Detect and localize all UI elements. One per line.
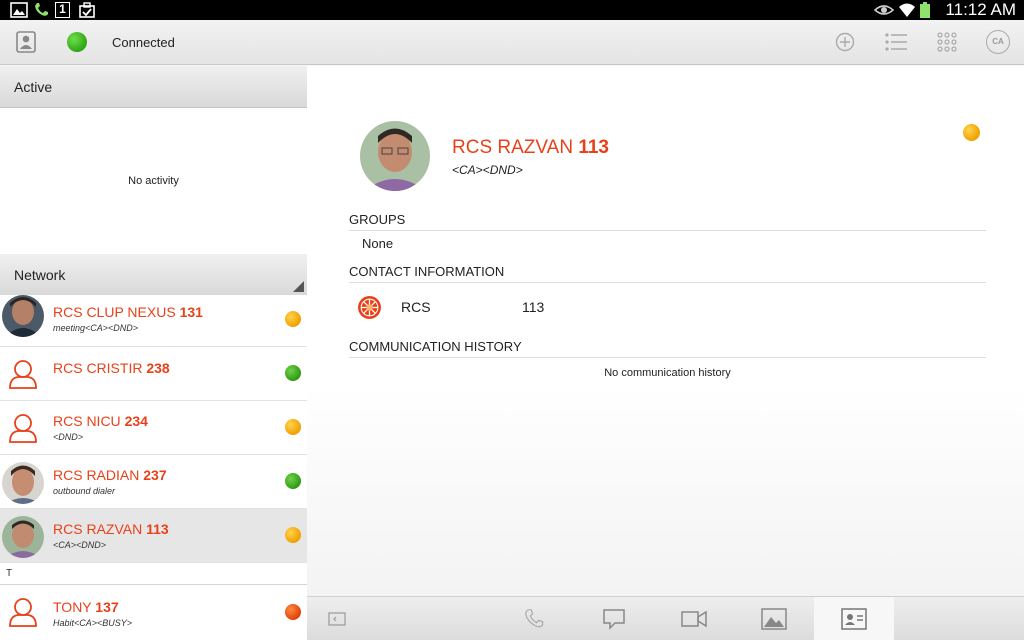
groups-header: GROUPS bbox=[349, 212, 986, 231]
presence-indicator bbox=[285, 527, 301, 543]
active-header: Active bbox=[0, 66, 307, 108]
no-history-text: No communication history bbox=[604, 367, 731, 379]
battery-icon bbox=[920, 2, 930, 18]
no-activity-text: No activity bbox=[128, 175, 179, 187]
call-button[interactable] bbox=[494, 597, 574, 640]
share-image-button[interactable] bbox=[734, 597, 814, 640]
left-pane: Active No activity Network RCS CLUP NEXU… bbox=[0, 66, 307, 640]
connection-status-indicator bbox=[67, 32, 87, 52]
presence-indicator bbox=[285, 473, 301, 489]
presence-indicator bbox=[285, 311, 301, 327]
contact-avatar bbox=[2, 462, 44, 504]
network-header[interactable]: Network bbox=[0, 254, 307, 296]
contact-row[interactable]: RCS NICU 234 <DND> bbox=[0, 401, 307, 455]
rcs-icon bbox=[358, 296, 381, 319]
gallery-notification-icon bbox=[10, 2, 28, 18]
communication-history-header: COMMUNICATION HISTORY bbox=[349, 339, 986, 358]
contact-info-type: RCS bbox=[401, 299, 431, 315]
contact-row[interactable]: RCS CRISTIR 238 bbox=[0, 347, 307, 401]
person-placeholder-icon bbox=[9, 414, 37, 443]
video-call-button[interactable] bbox=[654, 597, 734, 640]
contact-row[interactable]: RCS RADIAN 237 outbound dialer bbox=[0, 455, 307, 509]
contact-row[interactable]: TONY 137 Habit<CA><BUSY> bbox=[0, 585, 307, 640]
calendar-notification-icon: 1 bbox=[55, 2, 70, 18]
wifi-icon bbox=[899, 3, 915, 17]
add-icon[interactable] bbox=[833, 30, 857, 54]
person-placeholder-icon bbox=[9, 598, 37, 627]
letter-section-header: T bbox=[0, 563, 307, 585]
eye-icon bbox=[874, 5, 894, 15]
collapse-icon bbox=[328, 612, 346, 626]
detail-status: <CA><DND> bbox=[452, 163, 523, 177]
ca-button[interactable]: CA bbox=[986, 30, 1010, 54]
contact-avatar bbox=[2, 516, 44, 558]
app-root: 1 11:12 AM Connected CA Active No activi… bbox=[0, 0, 1024, 640]
dialpad-icon[interactable] bbox=[935, 30, 959, 54]
dropdown-corner-icon bbox=[293, 281, 304, 292]
detail-name: RCS RAZVAN 113 bbox=[452, 137, 609, 158]
presence-indicator bbox=[285, 419, 301, 435]
phone-icon bbox=[525, 609, 544, 628]
contact-row[interactable]: RCS CLUP NEXUS 131 meeting<CA><DND> bbox=[0, 295, 307, 347]
collapse-panel-button[interactable] bbox=[307, 597, 367, 640]
contact-card-button[interactable] bbox=[814, 597, 894, 640]
person-placeholder-icon bbox=[9, 360, 37, 389]
detail-avatar bbox=[360, 121, 430, 191]
contact-card-icon bbox=[841, 608, 867, 630]
contact-information-header: CONTACT INFORMATION bbox=[349, 264, 986, 283]
image-icon bbox=[761, 608, 787, 630]
app-bar: Connected CA bbox=[0, 20, 1024, 65]
video-icon bbox=[681, 610, 707, 628]
contact-info-value[interactable]: 113 bbox=[522, 299, 544, 315]
list-view-icon[interactable] bbox=[884, 30, 908, 54]
task-notification-icon bbox=[79, 2, 95, 18]
bottom-action-bar bbox=[307, 596, 1024, 640]
call-notification-icon bbox=[35, 3, 48, 16]
contact-avatar bbox=[2, 295, 44, 337]
contact-row-selected[interactable]: RCS RAZVAN 113 <CA><DND> bbox=[0, 509, 307, 563]
status-bar: 1 11:12 AM bbox=[0, 0, 1024, 20]
connection-status-label: Connected bbox=[112, 35, 175, 50]
detail-presence-indicator bbox=[963, 124, 980, 141]
contact-detail-pane: RCS RAZVAN 113 <CA><DND> GROUPS None CON… bbox=[307, 66, 1024, 596]
chat-icon bbox=[603, 609, 625, 630]
presence-indicator bbox=[285, 604, 301, 620]
my-profile-icon[interactable] bbox=[14, 30, 38, 54]
chat-button[interactable] bbox=[574, 597, 654, 640]
presence-indicator bbox=[285, 365, 301, 381]
clock: 11:12 AM bbox=[945, 0, 1016, 19]
groups-value: None bbox=[362, 236, 394, 251]
